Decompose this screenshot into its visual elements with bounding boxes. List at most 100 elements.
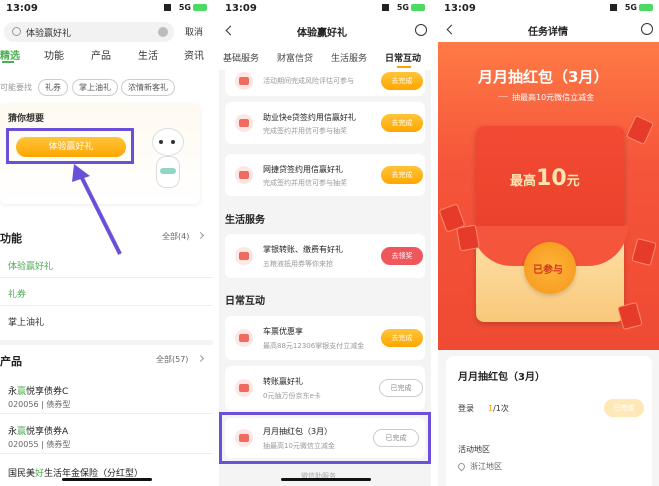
chip-coupon[interactable]: 礼券 bbox=[38, 79, 68, 96]
func-item-label: 体验赢好礼 bbox=[8, 262, 54, 272]
task-subtitle: 活动期间完成风险评估可参与 bbox=[263, 77, 354, 85]
task-button[interactable]: 去完成 bbox=[381, 114, 423, 132]
section-title: 日常互动 bbox=[225, 296, 265, 307]
product-code: 020056 | 债券型 bbox=[8, 400, 71, 409]
status-time: 13:09 bbox=[225, 3, 257, 14]
prod-title: 产品 bbox=[0, 355, 22, 368]
back-icon[interactable] bbox=[446, 24, 457, 35]
tab-bar: 基础服务 财富信贷 生活服务 日常互动 bbox=[219, 44, 431, 70]
task-subtitle: 完成签约并用信可参与抽奖 bbox=[263, 179, 347, 187]
list-item[interactable]: 体验赢好礼 bbox=[0, 252, 213, 278]
task-card: 月月抽红包（3月） 登录 1/1次 已完成 活动地区 浙江地区 bbox=[446, 356, 652, 486]
task-button[interactable]: 去完成 bbox=[381, 72, 423, 90]
list-item: 活动期间完成风险评估可参与 去完成 bbox=[225, 70, 425, 96]
close-icon[interactable] bbox=[415, 24, 427, 36]
list-item[interactable]: 掌上油礼 bbox=[0, 308, 213, 334]
list-item[interactable]: 礼券 bbox=[0, 280, 213, 306]
search-text: 体验赢好礼 bbox=[26, 29, 72, 39]
task-button[interactable]: 已完成 bbox=[379, 379, 423, 397]
tab-basic[interactable]: 基础服务 bbox=[223, 51, 259, 64]
search-input[interactable]: 体验赢好礼 bbox=[4, 22, 174, 42]
table-row[interactable]: 永赢悦享债券A 020055 | 债券型 bbox=[0, 418, 213, 454]
tab-bar: 精选 功能 产品 生活 资讯 bbox=[0, 46, 213, 63]
func-title: 功能 bbox=[0, 232, 22, 245]
clear-icon[interactable] bbox=[158, 27, 168, 37]
tab-products[interactable]: 产品 bbox=[91, 47, 111, 62]
card-title: 月月抽红包（3月） bbox=[458, 372, 545, 383]
tab-life[interactable]: 生活 bbox=[138, 47, 158, 62]
banner-subtitle: 抽最高10元微信立减金 bbox=[508, 92, 599, 103]
product-code: 020055 | 债券型 bbox=[8, 440, 71, 449]
tab-daily[interactable]: 日常互动 bbox=[385, 51, 421, 64]
envelope-prefix: 最高 bbox=[510, 174, 537, 189]
product-name-pre: 国民美 bbox=[8, 469, 36, 479]
task-button[interactable]: 去完成 bbox=[381, 329, 423, 347]
back-icon[interactable] bbox=[225, 25, 236, 36]
area-value: 浙江地区 bbox=[470, 462, 502, 471]
chevron-right-icon bbox=[196, 354, 205, 363]
task-button[interactable]: 去完成 bbox=[381, 166, 423, 184]
cancel-button[interactable]: 取消 bbox=[185, 25, 203, 38]
decor-envelope bbox=[625, 114, 655, 146]
pointer-arrow bbox=[72, 164, 122, 255]
tab-featured[interactable]: 精选 bbox=[0, 47, 20, 62]
gift-icon bbox=[235, 379, 253, 397]
reward-list-screen: 13:09 5G 体验赢好礼 基础服务 财富信贷 生活服务 日常互动 活动期间完… bbox=[219, 0, 431, 486]
maybe-label: 可能要找 bbox=[0, 83, 32, 92]
battery-icon bbox=[193, 4, 207, 11]
home-indicator bbox=[62, 478, 152, 481]
task-button[interactable]: 已完成 bbox=[373, 429, 419, 447]
search-icon bbox=[12, 27, 21, 36]
list-item: 网捷贷签约用信赢好礼 完成签约并用信可参与抽奖 去完成 bbox=[225, 154, 425, 196]
task-title: 月月抽红包（3月） bbox=[263, 427, 333, 436]
battery-icon bbox=[411, 4, 425, 11]
task-subtitle: 完成签约并用信可参与抽奖 bbox=[263, 127, 347, 135]
tab-news[interactable]: 资讯 bbox=[184, 47, 204, 62]
list-item: 车票优惠享 最高88元12306掌银支付立减金 去完成 bbox=[225, 316, 425, 360]
completed-button: 已完成 bbox=[604, 399, 644, 417]
battery-icon bbox=[639, 4, 653, 11]
func-all-link[interactable]: 全部(4) bbox=[162, 231, 189, 242]
tab-life[interactable]: 生活服务 bbox=[331, 51, 367, 64]
tab-functions[interactable]: 功能 bbox=[44, 47, 64, 62]
network-label: 5G bbox=[624, 3, 637, 12]
status-bar: 13:09 5G bbox=[219, 0, 431, 18]
table-row[interactable]: 永赢悦享债券C 020056 | 债券型 bbox=[0, 378, 213, 414]
decor-envelope bbox=[631, 237, 657, 267]
mascot-image bbox=[148, 128, 188, 198]
red-envelope: 最高10元 已参与 bbox=[472, 126, 628, 322]
signal-icon bbox=[164, 4, 177, 11]
func-item-label: 礼券 bbox=[8, 290, 27, 300]
chip-newcustomer[interactable]: 浓情新客礼 bbox=[121, 79, 175, 96]
promo-banner: 月月抽红包（3月） 抽最高10元微信立减金 最高10元 已参与 bbox=[438, 42, 659, 350]
area-label: 活动地区 bbox=[458, 445, 490, 454]
participated-seal: 已参与 bbox=[524, 242, 576, 294]
nav-bar: 任务详情 bbox=[438, 18, 659, 42]
prod-all-link[interactable]: 全部(57) bbox=[156, 354, 188, 365]
task-subtitle: 抽最高10元微信立减金 bbox=[263, 442, 335, 450]
close-icon[interactable] bbox=[641, 23, 653, 35]
nav-bar: 体验赢好礼 bbox=[219, 18, 431, 44]
status-bar: 13:09 5G bbox=[0, 0, 213, 18]
chevron-right-icon bbox=[196, 231, 205, 240]
list-item: 掌银转账、缴费有好礼 五粮液抵用券等你来抢 去领奖 bbox=[225, 234, 425, 278]
signal-icon bbox=[610, 4, 623, 11]
task-subtitle: 五粮液抵用券等你来抢 bbox=[263, 260, 333, 268]
product-name-highlight: 赢 bbox=[17, 387, 27, 397]
product-name-post: 悦享债券C bbox=[26, 387, 69, 397]
progress-total: /1次 bbox=[493, 404, 509, 413]
gift-icon bbox=[235, 429, 253, 447]
decor-envelope bbox=[617, 301, 643, 331]
tab-wealth[interactable]: 财富信贷 bbox=[277, 51, 313, 64]
task-button[interactable]: 去领奖 bbox=[381, 247, 423, 265]
product-name-pre: 永 bbox=[8, 427, 18, 437]
task-title: 车票优惠享 bbox=[263, 327, 303, 336]
task-detail-screen: 13:09 5G 任务详情 月月抽红包（3月） 抽最高10元微信立减金 最高10… bbox=[438, 0, 659, 486]
guess-title: 猜你想要 bbox=[8, 114, 45, 124]
guess-button[interactable]: 体验赢好礼 bbox=[16, 137, 126, 157]
list-item: 助业快e贷签约用信赢好礼 完成签约并用信可参与抽奖 去完成 bbox=[225, 102, 425, 144]
decor-envelope bbox=[456, 224, 480, 252]
chip-oil[interactable]: 掌上油礼 bbox=[72, 79, 118, 96]
tab-indicator bbox=[2, 61, 14, 63]
banner-title: 月月抽红包（3月） bbox=[478, 68, 609, 86]
